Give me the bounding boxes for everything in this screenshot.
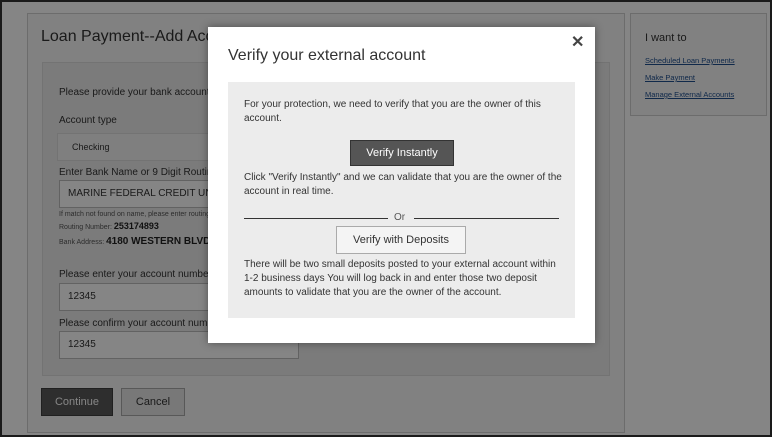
verify-instantly-button[interactable]: Verify Instantly (350, 140, 454, 166)
divider-line-right (414, 218, 559, 219)
close-icon[interactable]: ✕ (571, 32, 584, 52)
verify-deposits-button[interactable]: Verify with Deposits (336, 226, 466, 254)
modal-title: Verify your external account (228, 47, 426, 64)
or-label: Or (394, 212, 406, 223)
instant-text: Click "Verify Instantly" and we can vali… (244, 172, 562, 197)
or-divider: Or (244, 212, 559, 224)
app-window: Loan Payment--Add Account Please provide… (0, 0, 772, 437)
deposits-text: There will be two small deposits posted … (244, 259, 556, 298)
protection-text: For your protection, we need to verify t… (244, 99, 541, 124)
modal-body: For your protection, we need to verify t… (228, 82, 575, 318)
divider-line-left (244, 218, 388, 219)
verify-account-modal: Verify your external account ✕ For your … (208, 27, 595, 343)
